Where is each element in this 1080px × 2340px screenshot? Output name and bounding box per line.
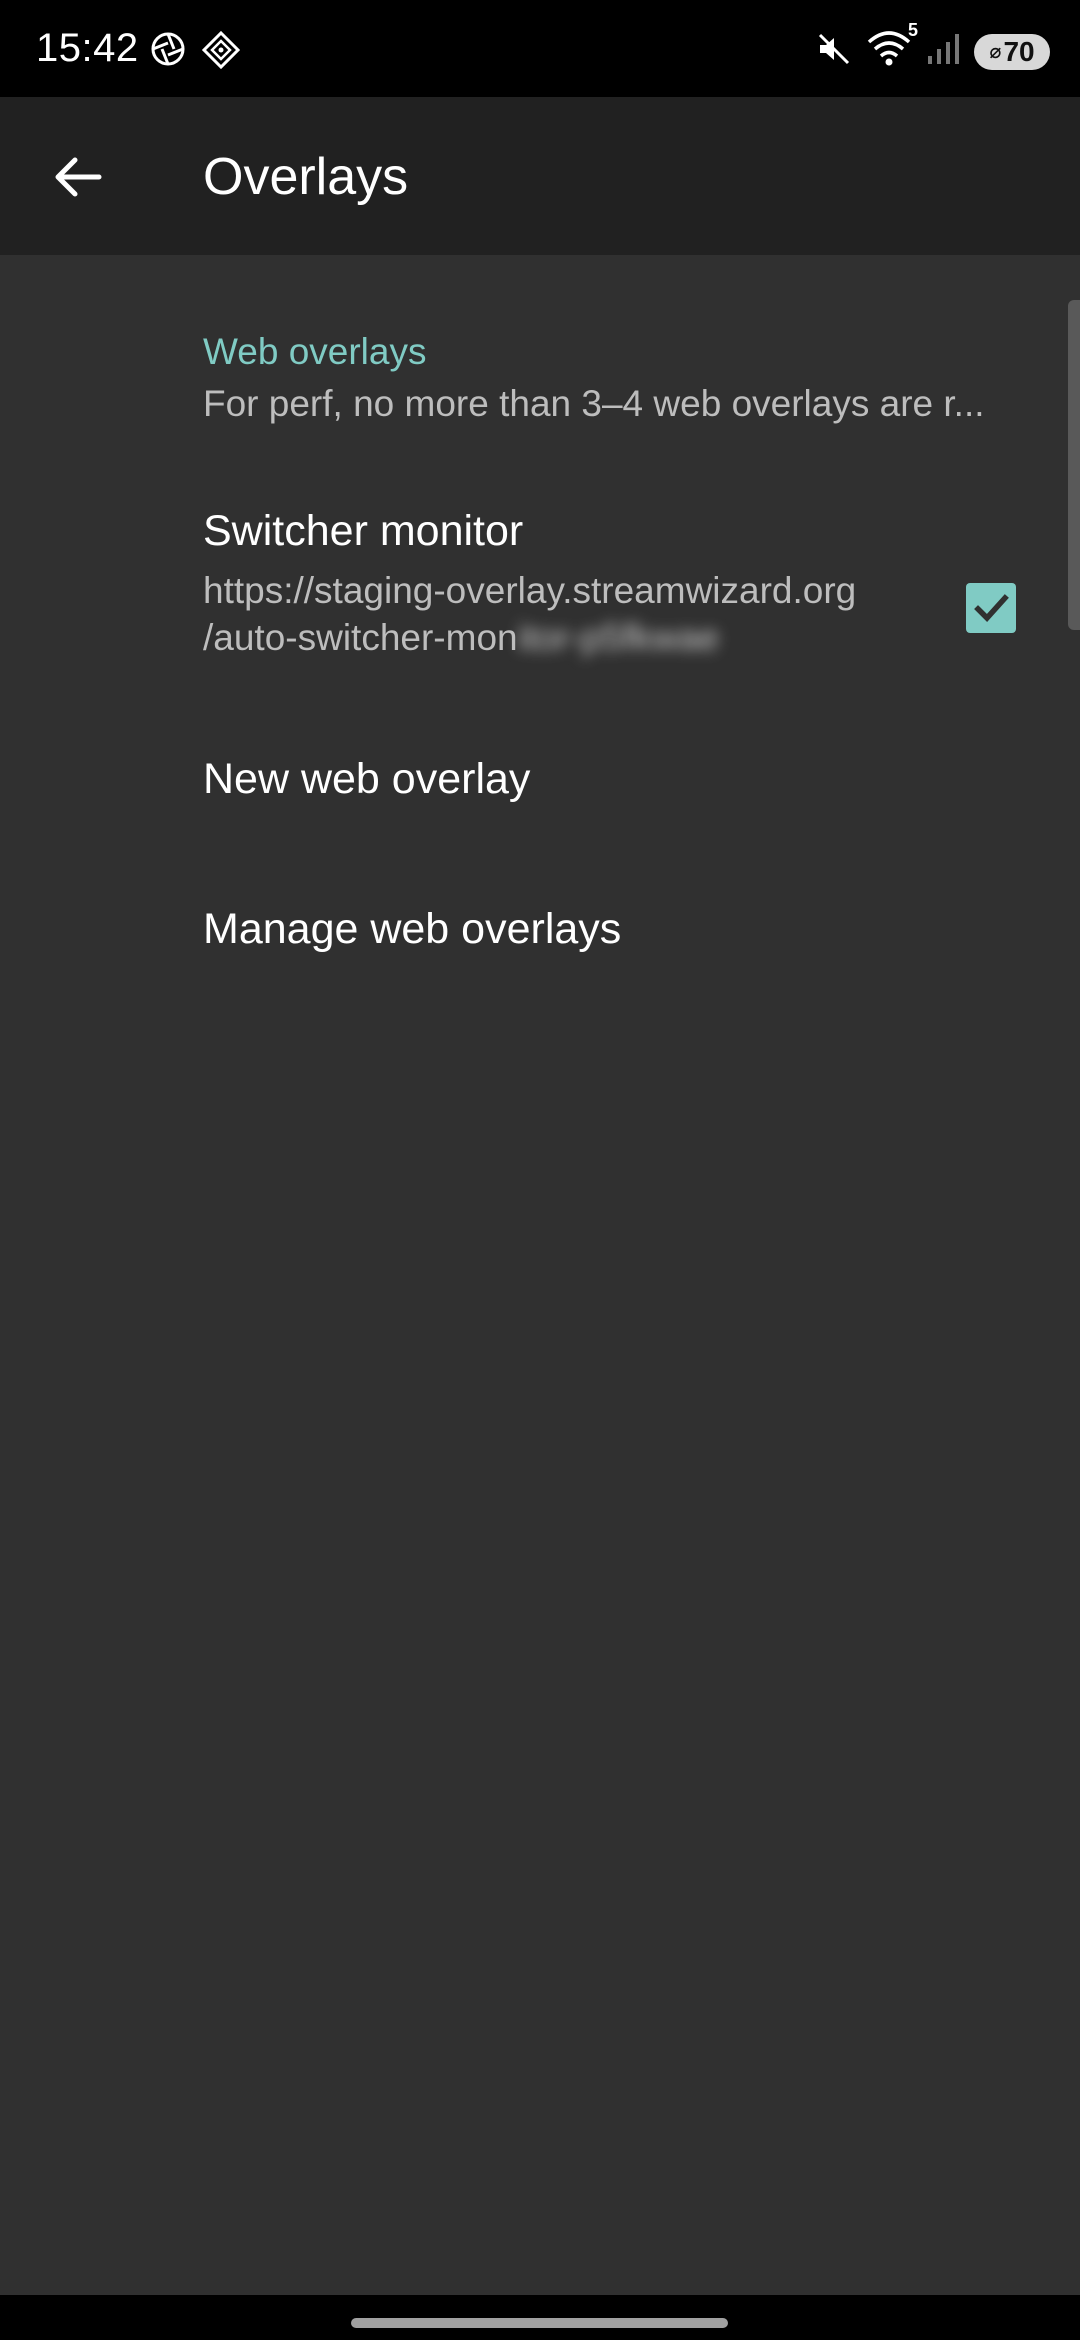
battery-indicator: ⌀ 70	[974, 33, 1050, 70]
url-line-1: https://staging-overlay.streamwizard.org	[203, 570, 857, 611]
status-left-icons	[150, 30, 241, 74]
page-title: Overlays	[203, 148, 409, 206]
battery-saver-icon: ⌀	[989, 41, 1002, 63]
home-gesture-handle[interactable]	[351, 2318, 728, 2328]
aperture-icon	[150, 31, 186, 74]
status-time: 15:42	[36, 26, 139, 70]
section-summary: For perf, no more than 3–4 web overlays …	[203, 383, 985, 424]
pref-title: Switcher monitor	[203, 507, 524, 555]
wifi-badge: 5	[907, 20, 918, 40]
url-redacted: itor-p5fkwae	[517, 617, 720, 658]
mute-icon	[816, 31, 852, 72]
pref-title: New web overlay	[203, 755, 531, 803]
pref-title: Manage web overlays	[203, 905, 622, 953]
url-line-2: /auto-switcher-monitor-p5fkwae	[203, 614, 923, 661]
signal-icon	[926, 32, 960, 71]
status-bar: 15:42 5 ⌀ 70	[0, 0, 1080, 97]
enabled-checkbox[interactable]	[966, 583, 1016, 633]
status-right-icons: 5 ⌀ 70	[816, 20, 1050, 73]
diamond-app-icon	[201, 30, 241, 74]
scrollbar[interactable]	[1068, 300, 1080, 630]
section-header-web-overlays: Web overlays	[203, 331, 427, 372]
app-bar: Overlays	[0, 97, 1080, 255]
pref-item-manage-web-overlays[interactable]: Manage web overlays	[0, 875, 1066, 1005]
arrow-left-icon	[55, 157, 102, 197]
navigation-bar	[0, 2295, 1080, 2340]
check-icon	[974, 594, 1009, 622]
back-button[interactable]	[40, 139, 116, 215]
wifi-icon: 5	[866, 20, 918, 73]
battery-level: 70	[1003, 35, 1035, 67]
url-visible: /auto-switcher-mon	[203, 617, 518, 658]
pref-url: https://staging-overlay.streamwizard.org…	[203, 567, 923, 661]
pref-item-switcher-monitor[interactable]: Switcher monitor https://staging-overlay…	[0, 491, 1066, 711]
pref-item-new-web-overlay[interactable]: New web overlay	[0, 725, 1066, 855]
preferences-list: Web overlays For perf, no more than 3–4 …	[0, 255, 1080, 2295]
